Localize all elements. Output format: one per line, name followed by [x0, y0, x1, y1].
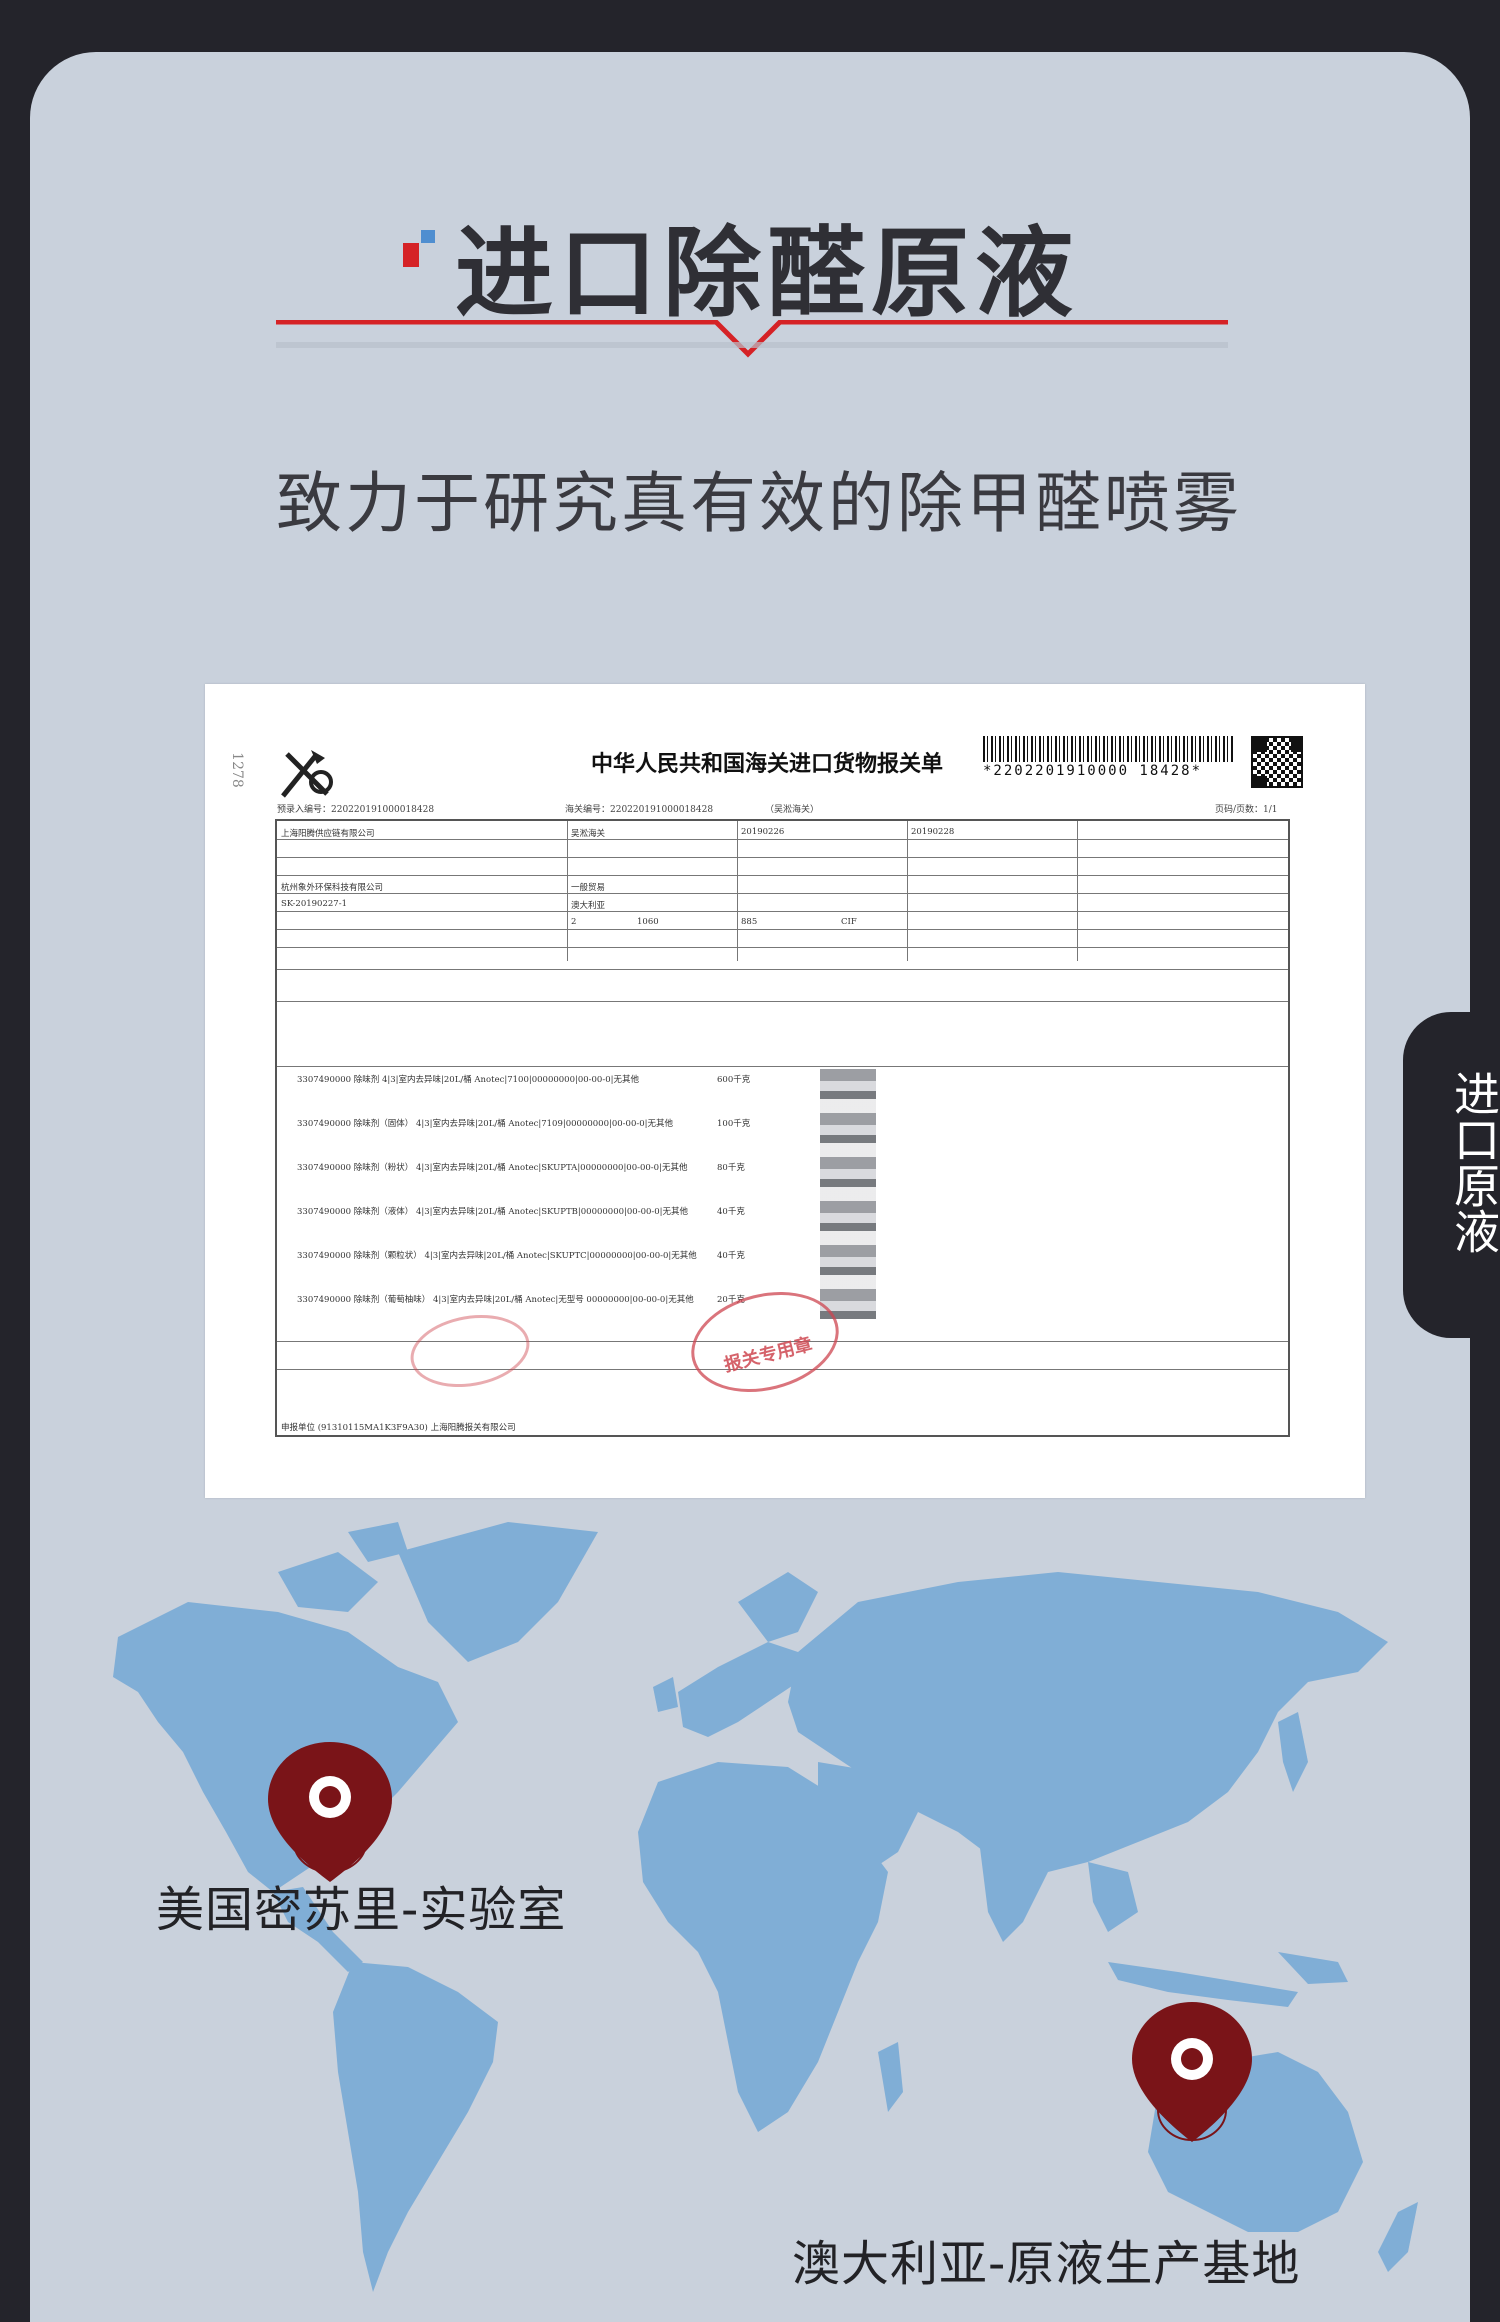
- customs-office: （吴淞海关）: [765, 805, 820, 815]
- entry-port: 吴淞海关: [571, 829, 606, 839]
- barcode: [983, 736, 1233, 762]
- import-date: 20190226: [741, 827, 785, 837]
- consignee: 上海阳腾供应链有限公司: [281, 829, 375, 839]
- side-tab-label: 进口原液: [1447, 1070, 1500, 1254]
- title-underline: [276, 320, 1228, 358]
- consumer-unit: 杭州象外环保科技有限公司: [281, 883, 384, 893]
- gross-weight: 1060: [637, 917, 659, 927]
- goods-quantity: 80千克: [717, 1163, 745, 1173]
- north-america-shape: [113, 1602, 458, 1892]
- net-weight: 885: [741, 917, 758, 927]
- goods-row: 3307490000 除味剂（固体） 4|3|室内去异味|20L/桶 Anote…: [297, 1119, 673, 1129]
- greenland-shape: [398, 1522, 598, 1662]
- goods-row: 3307490000 除味剂（液体） 4|3|室内去异味|20L/桶 Anote…: [297, 1207, 689, 1217]
- goods-row: 3307490000 除味剂（颗粒状） 4|3|室内去异味|20L/桶 Anot…: [297, 1251, 697, 1261]
- document-title: 中华人民共和国海关进口货物报关单: [591, 751, 944, 777]
- goods-quantity: 600千克: [717, 1075, 751, 1085]
- goods-row: 3307490000 除味剂 4|3|室内去异味|20L/桶 Anotec|71…: [297, 1075, 639, 1085]
- side-tab[interactable]: 进口原液: [1403, 1012, 1500, 1338]
- goods-row: 3307490000 除味剂（葡萄柚味） 4|3|室内去异味|20L/桶 Ano…: [297, 1295, 694, 1305]
- barcode-number: *2202201910000 18428*: [983, 763, 1203, 779]
- goods-row: 3307490000 除味剂（粉状） 4|3|室内去异味|20L/桶 Anote…: [297, 1163, 688, 1173]
- goods-quantity: 100千克: [717, 1119, 751, 1129]
- trade-mode: 一般贸易: [571, 883, 606, 893]
- declarant-unit: 申报单位 (91310115MA1K3F9A30) 上海阳腾报关有限公司: [281, 1423, 516, 1433]
- origin-country: 澳大利亚: [571, 901, 606, 911]
- customs-number: 海关编号：220220191000018428: [565, 805, 714, 815]
- customs-declaration-document: 1278 中华人民共和国海关进口货物报关单 *2202201910000 184…: [205, 684, 1365, 1498]
- south-america-shape: [333, 1962, 498, 2292]
- usa-location-label: 美国密苏里-实验室: [156, 1882, 567, 1938]
- declare-date: 20190228: [911, 827, 955, 837]
- goods-quantity: 40千克: [717, 1251, 745, 1261]
- transaction-mode: CIF: [841, 917, 857, 927]
- package-count: 2: [571, 917, 577, 927]
- content-panel: 进口除醛原液 致力于研究真有效的除甲醛喷雾 1278 中华人民共和国海关进口货物…: [30, 52, 1470, 2322]
- title-accent-red: [403, 243, 419, 267]
- handwritten-note: 1278: [228, 752, 245, 788]
- page-subtitle: 致力于研究真有效的除甲醛喷雾: [276, 465, 1242, 542]
- page-count: 页码/页数：1/1: [1215, 805, 1278, 815]
- goods-quantity: 40千克: [717, 1207, 745, 1217]
- pre-entry-number: 预录入编号：220220191000018428: [277, 805, 435, 815]
- australia-location-label: 澳大利亚-原液生产基地: [792, 2236, 1301, 2292]
- title-accent-blue: [421, 230, 435, 243]
- stamp-text: 报关专用章: [722, 1334, 815, 1377]
- contract-number: SK-20190227-1: [281, 899, 347, 909]
- redacted-area: [820, 1069, 876, 1319]
- qr-code: [1251, 736, 1303, 788]
- page-title: 进口除醛原液: [455, 217, 1080, 331]
